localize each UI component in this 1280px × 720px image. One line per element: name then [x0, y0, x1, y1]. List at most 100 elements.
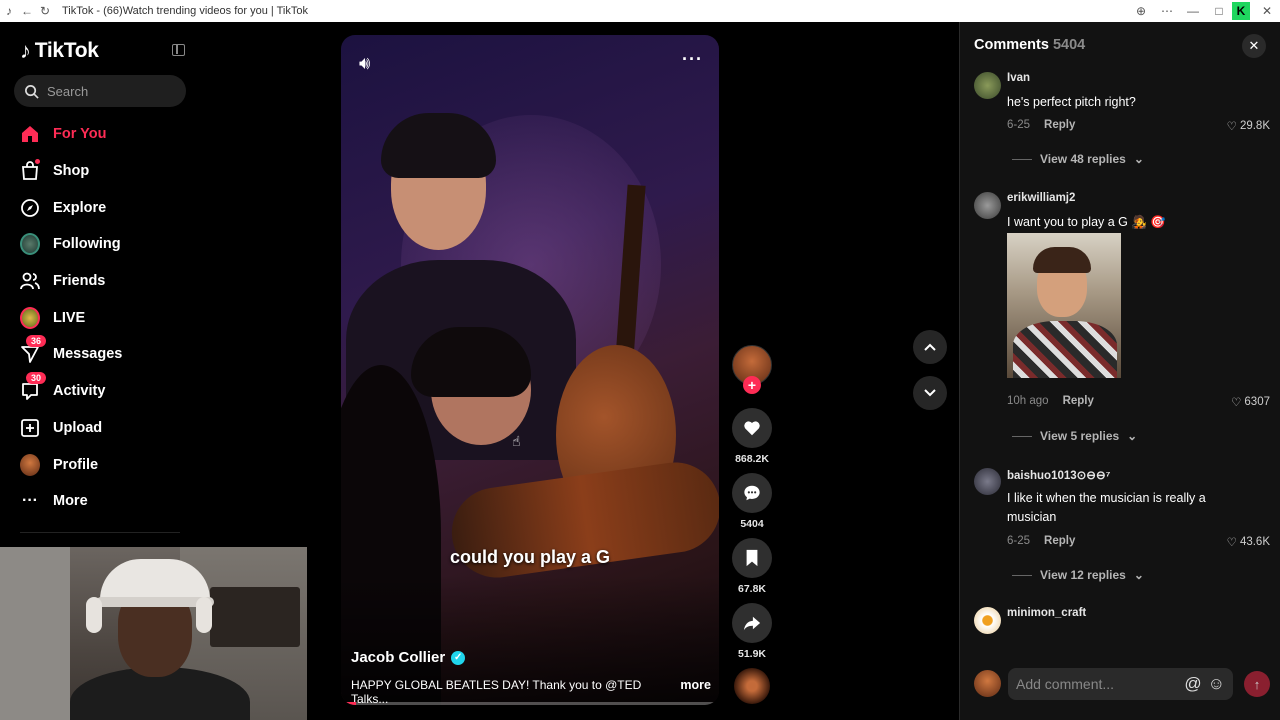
- comment-avatar[interactable]: [974, 192, 1001, 219]
- tiktok-favicon-icon: ♪: [6, 4, 12, 18]
- k-extension-icon[interactable]: K: [1232, 2, 1250, 20]
- comment-avatar[interactable]: [974, 72, 1001, 99]
- close-comments-button[interactable]: ✕: [1242, 34, 1266, 58]
- music-disc-icon[interactable]: [734, 668, 770, 704]
- video-description: HAPPY GLOBAL BEATLES DAY! Thank you to @…: [351, 678, 711, 705]
- view-replies-button[interactable]: View 48 replies ⌄: [1012, 152, 1144, 166]
- webcam-headphone-left: [86, 597, 102, 633]
- comment-username[interactable]: minimon_craft: [1007, 607, 1086, 619]
- nav-item-more[interactable]: ··· More: [0, 483, 200, 520]
- main-nav: For You Shop Explore Following Friends L…: [0, 116, 200, 520]
- view-replies-button[interactable]: View 12 replies ⌄: [1012, 568, 1144, 582]
- comment-meta: 10h ago Reply: [1007, 395, 1094, 407]
- nav-item-activity[interactable]: 30 Activity: [0, 372, 200, 410]
- chevron-up-icon: [924, 343, 936, 351]
- comment-username[interactable]: erikwilliamj2: [1007, 192, 1075, 204]
- share-button[interactable]: [732, 603, 772, 643]
- nav-item-messages[interactable]: 36 Messages: [0, 335, 200, 373]
- view-replies-button[interactable]: View 5 replies ⌄: [1012, 429, 1137, 443]
- comment-avatar[interactable]: [974, 468, 1001, 495]
- emoji-icon[interactable]: ☺: [1208, 674, 1225, 694]
- webcam-headphone-right: [196, 597, 212, 633]
- follow-plus-icon[interactable]: +: [743, 376, 761, 394]
- video-author[interactable]: Jacob Collier ✓: [351, 649, 466, 666]
- comment-like-button[interactable]: ♡ 29.8K: [1227, 119, 1270, 133]
- like-count: 868.2K: [735, 453, 769, 465]
- compass-icon: [20, 198, 40, 218]
- video-player[interactable]: 🔊︎ ··· could you play a G Jacob Collier …: [341, 35, 719, 705]
- tiktok-logo[interactable]: ♪ TikTok: [20, 38, 99, 64]
- search-input[interactable]: Search: [14, 75, 186, 107]
- save-button[interactable]: [732, 538, 772, 578]
- comment-username[interactable]: baishuo1013⊙⊖⊖⁷: [1007, 468, 1110, 482]
- previous-video-button[interactable]: [913, 330, 947, 364]
- live-icon: [20, 306, 40, 329]
- comment-date: 6-25: [1007, 535, 1031, 547]
- share-count: 51.9K: [737, 648, 767, 660]
- comment-like-button[interactable]: ♡ 6307: [1231, 395, 1270, 409]
- reload-icon[interactable]: ↻: [36, 2, 54, 20]
- like-button[interactable]: [732, 408, 772, 448]
- comments-header: Comments 5404: [974, 37, 1086, 53]
- mention-icon[interactable]: @: [1184, 674, 1201, 694]
- comment-avatar[interactable]: [974, 607, 1001, 634]
- chevron-down-icon: [924, 389, 936, 397]
- nav-item-explore[interactable]: Explore: [0, 189, 200, 226]
- nav-item-live[interactable]: LIVE: [0, 299, 200, 336]
- heart-outline-icon: ♡: [1226, 121, 1237, 133]
- extensions-icon[interactable]: ⋯: [1154, 2, 1180, 20]
- tiktok-note-icon: ♪: [20, 38, 31, 63]
- zoom-icon[interactable]: ⊕: [1128, 2, 1154, 20]
- description-more-link[interactable]: more: [680, 678, 711, 705]
- shop-icon: [20, 159, 40, 181]
- nav-item-following[interactable]: Following: [0, 226, 200, 263]
- comment-item: minimon_craft: [974, 607, 1270, 637]
- comment-meta: 6-25 Reply: [1007, 535, 1075, 547]
- video-violinist-1-hair: [381, 113, 496, 178]
- add-comment-bar: Add comment... @ ☺ ↑: [974, 668, 1270, 700]
- comment-date: 10h ago: [1007, 395, 1049, 407]
- arrow-up-icon: ↑: [1253, 676, 1261, 692]
- post-comment-button[interactable]: ↑: [1244, 671, 1270, 697]
- video-progress-fill: [341, 702, 357, 705]
- tab-title: TikTok - (66)Watch trending videos for y…: [62, 5, 308, 17]
- chevron-down-icon: ⌄: [1133, 152, 1144, 166]
- minimize-icon[interactable]: —: [1180, 2, 1206, 20]
- browser-titlebar: ♪ ← ↻ TikTok - (66)Watch trending videos…: [0, 0, 1280, 22]
- collapse-sidebar-icon[interactable]: [172, 44, 185, 56]
- nav-item-shop[interactable]: Shop: [0, 153, 200, 190]
- more-options-icon[interactable]: ···: [682, 49, 703, 70]
- nav-item-upload[interactable]: Upload: [0, 410, 200, 447]
- heart-icon: [744, 421, 760, 436]
- volume-icon[interactable]: 🔊︎: [359, 53, 370, 74]
- reply-button[interactable]: Reply: [1044, 535, 1075, 547]
- webcam-door: [0, 547, 70, 720]
- comment-item: baishuo1013⊙⊖⊖⁷ I like it when the music…: [974, 468, 1270, 593]
- add-comment-input[interactable]: Add comment... @ ☺: [1008, 668, 1233, 700]
- comment-item: Ivan he's perfect pitch right? 6-25 Repl…: [974, 72, 1270, 192]
- my-avatar[interactable]: [974, 670, 1001, 697]
- video-caption-overlay: could you play a G: [449, 547, 611, 567]
- activity-badge: 30: [26, 372, 47, 385]
- comment-like-button[interactable]: ♡ 43.6K: [1227, 535, 1270, 549]
- nav-item-for-you[interactable]: For You: [0, 116, 200, 153]
- profile-avatar-icon: [20, 453, 40, 476]
- video-progress-bar[interactable]: [341, 702, 719, 705]
- close-window-icon[interactable]: ✕: [1254, 2, 1280, 20]
- comment-username[interactable]: Ivan: [1007, 72, 1030, 84]
- nav-item-friends[interactable]: Friends: [0, 263, 200, 300]
- video-violinist-2-hair: [411, 327, 531, 397]
- comment-gif-image[interactable]: [1007, 233, 1121, 378]
- comment-item: erikwilliamj2 I want you to play a G 🧑‍🎤…: [974, 192, 1270, 452]
- comment-button[interactable]: [732, 473, 772, 513]
- maximize-icon[interactable]: □: [1206, 2, 1232, 20]
- nav-item-profile[interactable]: Profile: [0, 446, 200, 483]
- messages-badge: 36: [26, 335, 47, 348]
- next-video-button[interactable]: [913, 376, 947, 410]
- messages-icon: 36: [20, 335, 47, 364]
- upload-icon: [20, 418, 40, 438]
- back-icon[interactable]: ←: [18, 2, 36, 20]
- webcam-shelf: [210, 587, 300, 647]
- reply-button[interactable]: Reply: [1063, 395, 1094, 407]
- reply-button[interactable]: Reply: [1044, 119, 1075, 131]
